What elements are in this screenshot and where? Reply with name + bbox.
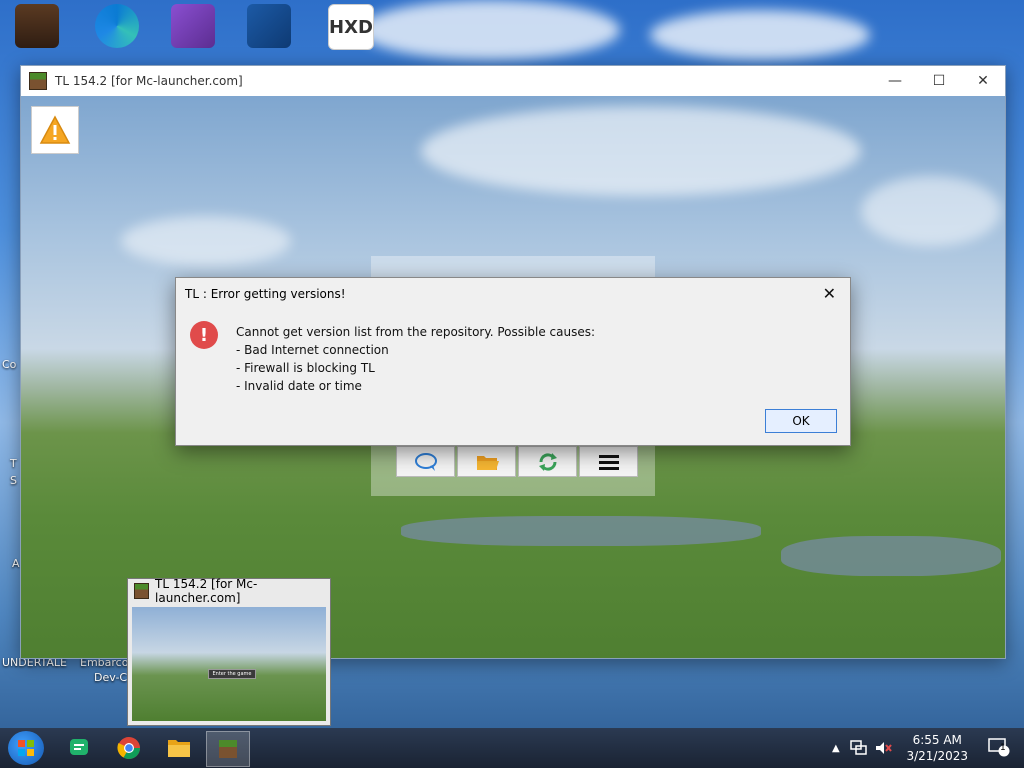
notification-icon — [988, 738, 1010, 757]
taskbar: ▲ 6:55 AM 3/21/2023 1 — [0, 728, 1024, 768]
dialog-message-line: - Invalid date or time — [236, 379, 362, 393]
desktop-label-s: S — [10, 474, 17, 487]
clock-time: 6:55 AM — [912, 733, 962, 747]
grass-block-icon — [29, 72, 47, 90]
desktop-label-co: Co — [2, 358, 17, 371]
system-tray: ▲ — [832, 728, 892, 768]
action-center-button[interactable]: 1 — [988, 737, 1010, 757]
network-icon[interactable] — [849, 740, 868, 756]
desktop-icon-hxd[interactable]: HXD — [316, 4, 386, 50]
desktop-label-devc: Dev-C — [94, 671, 128, 684]
chest-icon — [15, 4, 59, 48]
clock-date: 3/21/2023 — [906, 749, 968, 763]
close-window-button[interactable]: ✕ — [961, 66, 1005, 96]
scene-cloud — [121, 216, 291, 266]
desktop-icon-virtualbox[interactable] — [234, 4, 304, 48]
folder-icon — [168, 740, 190, 757]
error-dialog: TL : Error getting versions! ✕ ! Cannot … — [175, 277, 851, 446]
minimize-button[interactable]: — — [873, 66, 917, 96]
thumbnail-title: TL 154.2 [for Mc-launcher.com] — [155, 577, 258, 605]
desktop-label-t: T — [10, 457, 17, 470]
dialog-close-button[interactable]: ✕ — [823, 284, 836, 303]
chat-icon — [414, 452, 437, 471]
launcher-toolbar — [396, 446, 638, 477]
window-title: TL 154.2 [for Mc-launcher.com] — [55, 74, 243, 88]
folder-button[interactable] — [457, 446, 516, 477]
maximize-button[interactable]: ☐ — [917, 66, 961, 96]
volume-muted-icon[interactable] — [874, 740, 892, 756]
desktop-icon-edge[interactable] — [82, 4, 152, 48]
hxd-label: HXD — [329, 16, 373, 38]
desktop-icon-vs[interactable] — [158, 4, 228, 48]
edge-icon — [95, 4, 139, 48]
dialog-title: TL : Error getting versions! — [185, 287, 346, 301]
windows-logo-icon — [18, 740, 34, 756]
thumbnail-preview: Enter the game — [132, 607, 326, 721]
grass-block-icon — [219, 740, 237, 758]
dialog-message: Cannot get version list from the reposit… — [236, 323, 595, 395]
taskbar-app-tlauncher[interactable] — [206, 731, 250, 767]
error-icon-glyph: ! — [199, 324, 209, 346]
taskbar-thumbnail[interactable]: TL 154.2 [for Mc-launcher.com] Enter the… — [127, 577, 331, 726]
error-icon: ! — [190, 321, 218, 349]
desktop-cloud — [360, 0, 620, 60]
warning-button[interactable] — [31, 106, 79, 154]
clock[interactable]: 6:55 AM 3/21/2023 — [906, 732, 968, 764]
desktop-label-a: A — [12, 557, 20, 570]
scene-water — [781, 536, 1001, 576]
virtualbox-icon — [247, 4, 291, 48]
window-titlebar[interactable]: TL 154.2 [for Mc-launcher.com] — ☐ ✕ — [21, 66, 1005, 96]
hamburger-icon — [598, 454, 619, 470]
taskbar-app-chrome[interactable] — [108, 731, 150, 765]
chrome-icon — [117, 737, 140, 759]
refresh-icon — [538, 452, 557, 471]
visual-studio-icon — [171, 4, 215, 48]
scene-cloud — [421, 106, 861, 196]
thumbnail-enter-game: Enter the game — [208, 669, 256, 679]
desktop-icon-minecraft[interactable] — [2, 4, 72, 48]
dialog-message-line: - Bad Internet connection — [236, 343, 389, 357]
chat-button[interactable] — [396, 446, 455, 477]
ok-button[interactable]: OK — [765, 409, 837, 433]
start-button[interactable] — [8, 731, 44, 765]
notification-count: 1 — [1000, 743, 1006, 753]
scene-cloud — [861, 176, 1001, 246]
thumbnail-titlebar: TL 154.2 [for Mc-launcher.com] — [128, 577, 330, 605]
chat-app-icon — [70, 739, 88, 755]
taskbar-app-explorer[interactable] — [158, 731, 200, 765]
hxd-icon: HXD — [328, 4, 374, 50]
dialog-message-line: Cannot get version list from the reposit… — [236, 325, 595, 339]
scene-water — [401, 516, 761, 546]
folder-icon — [476, 455, 499, 470]
dialog-message-line: - Firewall is blocking TL — [236, 361, 375, 375]
menu-button[interactable] — [579, 446, 638, 477]
taskbar-app-notes[interactable] — [58, 731, 100, 765]
tray-expand-icon[interactable]: ▲ — [832, 743, 840, 754]
refresh-button[interactable] — [518, 446, 577, 477]
grass-block-icon — [134, 583, 150, 599]
desktop-cloud — [650, 10, 870, 60]
warning-icon — [39, 115, 71, 144]
